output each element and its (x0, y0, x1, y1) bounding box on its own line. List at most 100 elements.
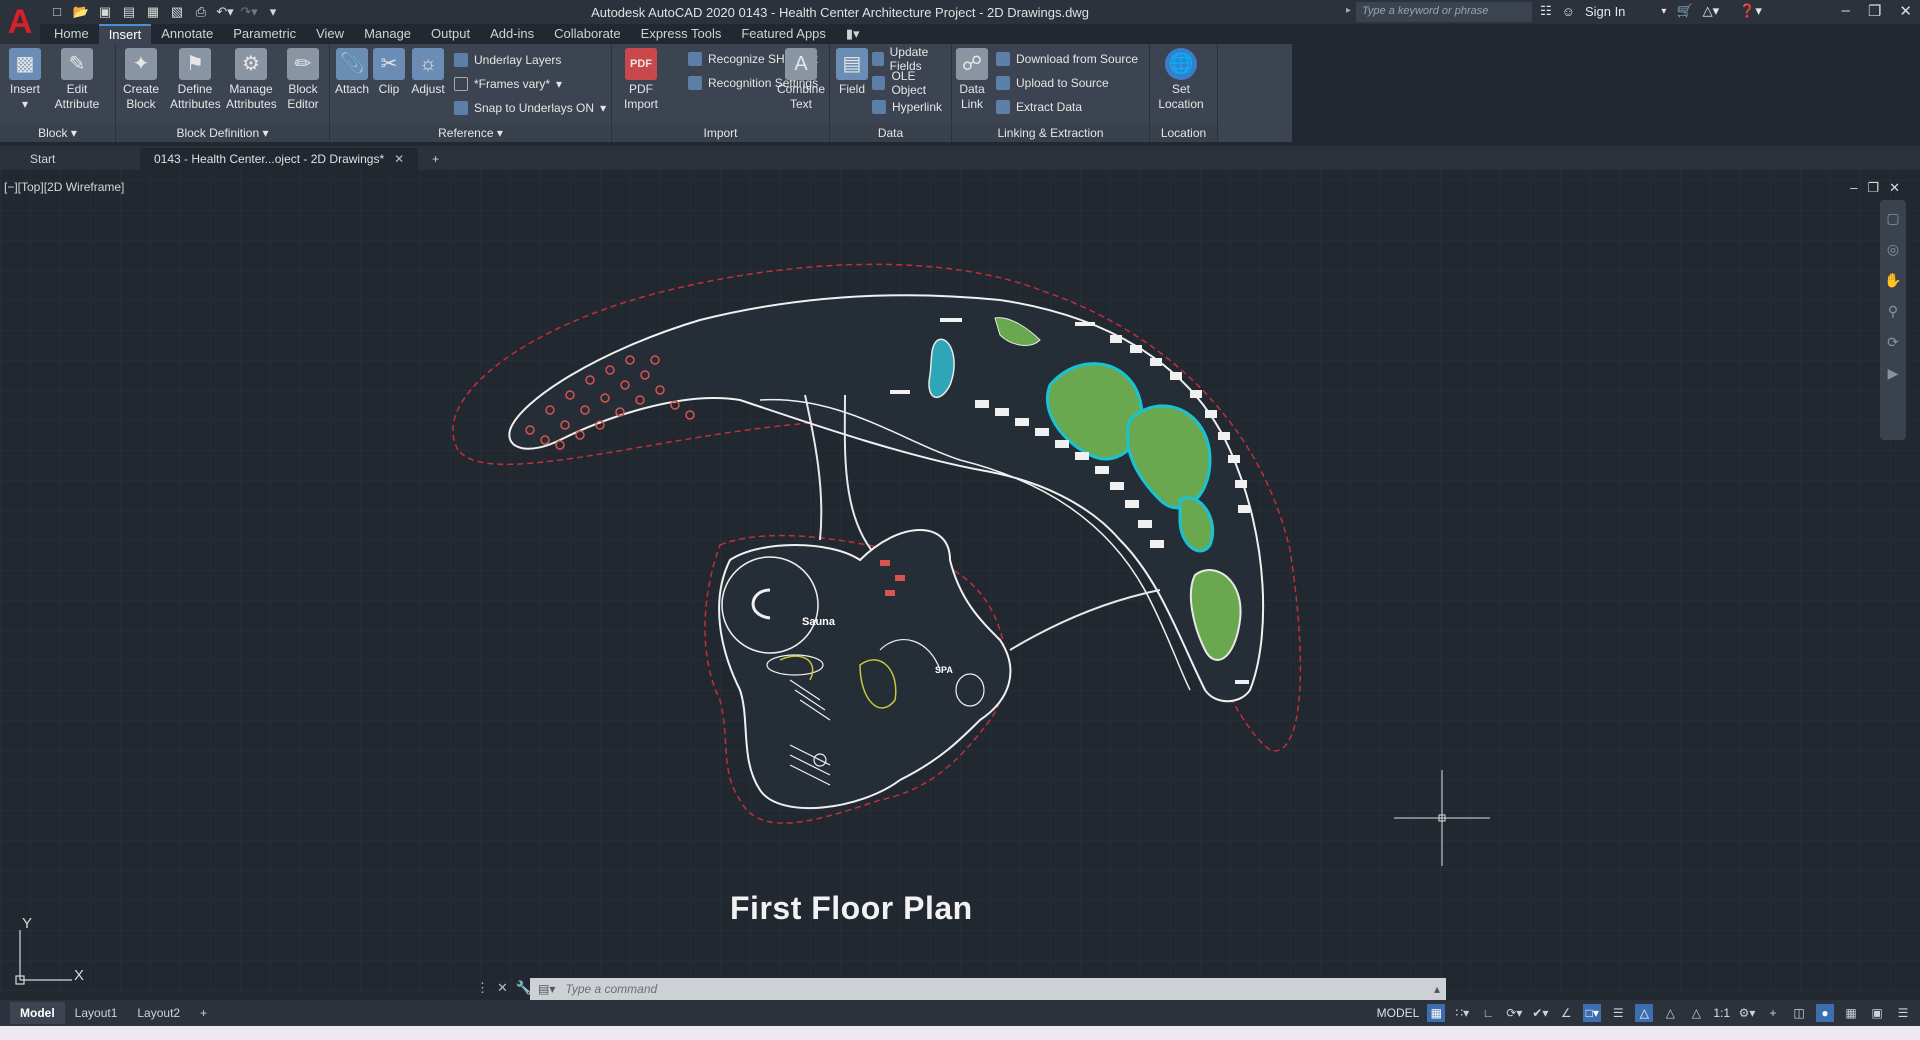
frames-vary-dropdown[interactable]: *Frames vary* ▾ (454, 75, 562, 93)
grid-icon[interactable]: ▦ (1427, 1004, 1446, 1022)
set-location-button[interactable]: 🌐 Set Location (1156, 48, 1206, 112)
tab-layout1[interactable]: Layout1 (65, 1002, 128, 1024)
dropdown-icon[interactable]: ▾ (1661, 6, 1666, 17)
hardware-acceleration-icon[interactable]: ▦ (1842, 1004, 1860, 1022)
hyperlink-button[interactable]: Hyperlink (872, 98, 942, 116)
new-tab-button[interactable]: + (418, 148, 453, 170)
snap-mode-icon[interactable]: ∷▾ (1453, 1004, 1471, 1022)
search-expand-icon[interactable]: ▸ (1346, 5, 1351, 16)
panel-title-block-definition[interactable]: Block Definition ▾ (116, 124, 329, 142)
tab-layout2[interactable]: Layout2 (127, 1002, 190, 1024)
edit-attribute-button[interactable]: ✎ Edit Attribute (50, 48, 104, 112)
viewport-controls-label[interactable]: [−][Top][2D Wireframe] (4, 180, 124, 194)
tab-start[interactable]: Start (0, 148, 140, 170)
cart-icon[interactable]: 🛒 (1676, 3, 1692, 19)
showmotion-icon[interactable]: ▶ (1888, 365, 1899, 382)
ribbon-toggle-icon[interactable]: ▮▾ (836, 24, 870, 44)
application-menu-button[interactable]: A (0, 0, 40, 44)
insert-button[interactable]: ▩ Insert ▾ (0, 48, 50, 112)
snap-icon (454, 101, 468, 115)
pdf-icon: PDF (625, 48, 657, 80)
extract-data-button[interactable]: Extract Data (996, 98, 1082, 116)
auto-scale-icon[interactable]: △ (1661, 1004, 1679, 1022)
close-tab-icon[interactable]: ✕ (394, 152, 404, 166)
tab-featured-apps[interactable]: Featured Apps (731, 24, 836, 44)
ucs-y-label: Y (22, 915, 32, 932)
help-icon[interactable]: ❓▾ (1739, 3, 1762, 19)
search-input[interactable]: Type a keyword or phrase (1356, 2, 1532, 22)
command-line[interactable]: ▤▾ Type a command ▴ (530, 978, 1446, 1000)
snap-to-underlays-dropdown[interactable]: Snap to Underlays ON ▾ (454, 99, 606, 117)
annotation-scale-value[interactable]: 1:1 (1713, 1006, 1730, 1020)
minimize-icon[interactable]: – (1842, 2, 1850, 20)
command-grip-icon[interactable]: ⋮ (476, 980, 489, 996)
object-snap-icon[interactable]: □▾ (1583, 1004, 1602, 1022)
units-icon[interactable]: ◫ (1790, 1004, 1808, 1022)
data-link-icon: ☍ (956, 48, 988, 80)
isodraft-icon[interactable]: ✔▾ (1531, 1004, 1549, 1022)
lineweight-icon[interactable]: ☰ (1609, 1004, 1627, 1022)
create-block-button[interactable]: ✦ Create Block (116, 48, 166, 112)
viewcube-icon[interactable]: ▢ (1886, 210, 1899, 227)
zoom-icon[interactable]: ⚲ (1888, 303, 1898, 320)
isolate-objects-icon[interactable]: ● (1816, 1004, 1834, 1022)
ole-object-button[interactable]: OLE Object (872, 69, 951, 97)
annotation-monitor-icon[interactable]: + (1764, 1004, 1782, 1022)
sign-in-link[interactable]: Sign In (1585, 4, 1625, 19)
model-space-button[interactable]: MODEL (1377, 1006, 1420, 1020)
define-attributes-button[interactable]: ⚑ Define Attributes (170, 48, 221, 112)
clean-screen-icon[interactable]: ▣ (1868, 1004, 1886, 1022)
close-icon[interactable]: ✕ (1899, 2, 1912, 20)
tab-drawing[interactable]: 0143 - Health Center...oject - 2D Drawin… (140, 148, 419, 170)
adjust-button[interactable]: ☼ Adjust (408, 48, 448, 97)
ortho-icon[interactable]: ∟ (1479, 1004, 1497, 1022)
object-snap-tracking-icon[interactable]: ∠ (1557, 1004, 1575, 1022)
viewport-minimize-icon[interactable]: – (1850, 180, 1857, 196)
drawing-canvas[interactable]: Sauna SPA Y X (0, 170, 1920, 996)
tab-add-ins[interactable]: Add-ins (480, 24, 544, 44)
orbit-icon[interactable]: ⟳ (1887, 334, 1899, 351)
annotation-visibility-icon[interactable]: △ (1635, 1004, 1654, 1022)
workspace-gear-icon[interactable]: ⚙▾ (1738, 1004, 1756, 1022)
autodesk-a360-icon[interactable]: △▾ (1703, 3, 1720, 19)
tab-manage[interactable]: Manage (354, 24, 421, 44)
tab-insert[interactable]: Insert (98, 24, 152, 44)
combine-text-button[interactable]: A Combine Text (774, 48, 828, 112)
data-link-button[interactable]: ☍ Data Link (952, 48, 992, 112)
panel-title-block[interactable]: Block ▾ (0, 124, 115, 142)
tab-view[interactable]: View (306, 24, 354, 44)
polar-icon[interactable]: ⟳▾ (1505, 1004, 1523, 1022)
clip-button[interactable]: ✂ Clip (370, 48, 408, 97)
tab-collaborate[interactable]: Collaborate (544, 24, 631, 44)
block-editor-button[interactable]: ✏ Block Editor (278, 48, 328, 112)
viewport-close-icon[interactable]: ✕ (1889, 180, 1900, 196)
viewport-restore-icon[interactable]: ❐ (1867, 180, 1879, 196)
download-source-button[interactable]: Download from Source (996, 50, 1138, 68)
field-button[interactable]: ▤ Field (830, 48, 874, 97)
tab-output[interactable]: Output (421, 24, 480, 44)
add-layout-button[interactable]: + (190, 1002, 217, 1024)
annotation-scale-icon[interactable]: △ (1687, 1004, 1705, 1022)
binoculars-icon[interactable]: ☷ (1540, 3, 1552, 19)
restore-icon[interactable]: ❐ (1868, 2, 1881, 20)
attach-button[interactable]: 📎 Attach (332, 48, 372, 97)
tab-annotate[interactable]: Annotate (151, 24, 223, 44)
tab-model[interactable]: Model (10, 1002, 65, 1024)
tab-express-tools[interactable]: Express Tools (631, 24, 732, 44)
pdf-import-button[interactable]: PDF PDF Import (616, 48, 666, 112)
command-input[interactable]: Type a command (565, 982, 657, 996)
manage-attributes-button[interactable]: ⚙ Manage Attributes (226, 48, 277, 112)
panel-title-location: Location (1150, 124, 1217, 142)
command-close-icon[interactable]: ✕ (497, 980, 508, 996)
underlay-layers-button[interactable]: Underlay Layers (454, 51, 561, 69)
update-fields-button[interactable]: Update Fields (872, 45, 951, 73)
command-prompt-icon[interactable]: ▤▾ (538, 982, 555, 996)
steering-wheel-icon[interactable]: ◎ (1887, 241, 1899, 258)
command-history-icon[interactable]: ▴ (1434, 982, 1440, 996)
pan-icon[interactable]: ✋ (1884, 272, 1901, 289)
upload-source-button[interactable]: Upload to Source (996, 74, 1109, 92)
tab-parametric[interactable]: Parametric (223, 24, 306, 44)
tab-home[interactable]: Home (44, 24, 99, 44)
customization-menu-icon[interactable]: ☰ (1894, 1004, 1912, 1022)
panel-title-reference[interactable]: Reference ▾ (330, 124, 611, 142)
